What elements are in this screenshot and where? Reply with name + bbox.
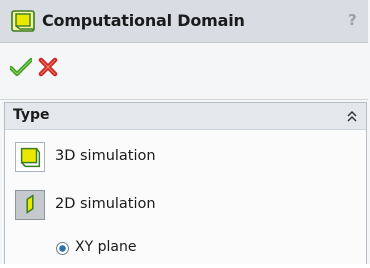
type-group: Type 3D simulation 2D simulation XY plan…: [4, 102, 367, 268]
3d-simulation-label: 3D simulation: [55, 148, 156, 164]
xy-plane-label: XY plane: [75, 239, 137, 255]
plane-icon: [26, 194, 34, 214]
bottom-edge: [0, 264, 370, 268]
help-icon[interactable]: ?: [348, 11, 357, 29]
computational-domain-panel: Computational Domain ? Type 3D simulatio…: [0, 0, 370, 268]
type-group-title: Type: [13, 107, 50, 123]
type-group-header[interactable]: Type: [5, 102, 366, 130]
computational-domain-icon: [11, 10, 35, 32]
2d-simulation-label: 2D simulation: [55, 196, 156, 212]
dialog-title: Computational Domain: [42, 11, 245, 30]
divider: [0, 99, 368, 100]
x-icon[interactable]: [38, 57, 58, 77]
3d-simulation-button[interactable]: [15, 142, 45, 172]
title-bar: Computational Domain ?: [0, 0, 368, 43]
2d-simulation-button[interactable]: [15, 190, 45, 220]
collapse-icon[interactable]: [346, 110, 358, 122]
xy-plane-radio[interactable]: [56, 242, 69, 255]
cube-icon: [20, 147, 41, 168]
check-icon[interactable]: [10, 58, 32, 76]
